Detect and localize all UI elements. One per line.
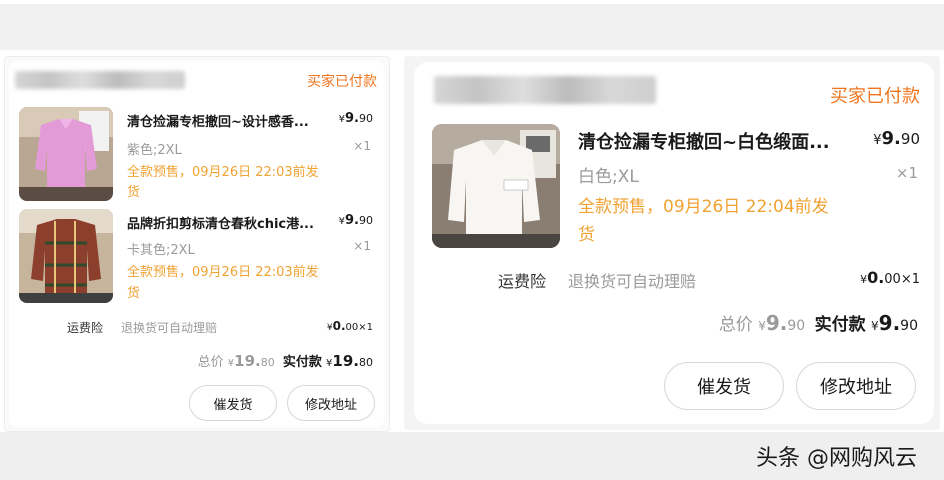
modify-address-button[interactable]: 修改地址 <box>287 385 375 421</box>
currency-symbol: ¥ <box>873 133 882 148</box>
price-decimal: 00 <box>345 322 359 333</box>
blurred-shop-name <box>15 71 185 89</box>
price-decimal: 90 <box>900 130 920 148</box>
item-price: ¥9.90 <box>873 128 920 149</box>
total-label: 总价 <box>718 315 753 335</box>
item-title[interactable]: 清仓捡漏专柜撤回~白色缎面... <box>578 128 830 154</box>
item-spec: 白色;XL <box>578 167 639 187</box>
watermark: 头条 @网购风云 <box>756 446 917 471</box>
item-price: ¥9.90 <box>339 213 373 228</box>
shirt-image <box>19 107 113 201</box>
price-integer: 9. <box>345 213 359 228</box>
order-card-left-inner: 买家已付款 清仓捡漏专柜撤回~设计感香... ¥9.90 紫色;2XL ×1 全… <box>9 61 385 427</box>
urge-shipment-button[interactable]: 催发货 <box>189 385 277 421</box>
modify-address-button[interactable]: 修改地址 <box>796 362 916 410</box>
item-price: ¥9.90 <box>339 111 373 126</box>
presale-line-2: 货 <box>127 286 141 301</box>
order-total: 总价 ¥9.90 实付款 ¥9.90 <box>719 310 918 335</box>
insurance-qty: ×1 <box>358 322 373 333</box>
product-thumbnail[interactable] <box>432 124 560 248</box>
item-title[interactable]: 清仓捡漏专柜撤回~设计感香... <box>127 111 309 130</box>
product-thumbnail[interactable] <box>19 107 113 201</box>
presale-line-1: 全款预售，09月26日 22:03前发 <box>127 165 319 180</box>
price-decimal: 00 <box>884 272 901 287</box>
price-integer: 9. <box>345 111 359 126</box>
price-integer: 0. <box>332 319 346 333</box>
total-decimal: 90 <box>787 318 806 334</box>
paid-label: 实付款 <box>814 315 866 335</box>
currency-symbol: ¥ <box>758 319 766 333</box>
currency-symbol: ¥ <box>860 273 868 286</box>
total-label: 总价 <box>197 355 224 370</box>
order-card-right-inner: 买家已付款 清仓捡漏专柜撤回~白色缎面... ¥9.90 白色;XL ×1 全款… <box>414 62 934 424</box>
presale-line-1: 全款预售，09月26日 22:03前发 <box>127 265 319 280</box>
insurance-price: ¥0.00×1 <box>327 319 373 333</box>
order-total: 总价 ¥19.80 实付款 ¥19.80 <box>198 351 373 370</box>
top-strip <box>0 0 944 50</box>
presale-line-2: 货 <box>578 225 595 245</box>
insurance-label: 运费险 <box>498 272 547 291</box>
white-shirt-image <box>432 124 560 248</box>
price-integer: 9. <box>881 128 901 149</box>
order-card-right: 买家已付款 清仓捡漏专柜撤回~白色缎面... ¥9.90 白色;XL ×1 全款… <box>404 56 940 430</box>
urge-shipment-button[interactable]: 催发货 <box>664 362 784 410</box>
item-title[interactable]: 品牌折扣剪标清仓春秋chic港... <box>127 213 314 232</box>
total-integer: 19. <box>234 352 261 370</box>
paid-integer: 19. <box>332 352 359 370</box>
item-qty: ×1 <box>353 239 371 253</box>
price-decimal: 90 <box>359 214 373 227</box>
blurred-shop-name <box>434 76 656 104</box>
item-qty: ×1 <box>353 139 371 153</box>
paid-decimal: 90 <box>900 318 918 334</box>
paid-integer: 9. <box>878 311 901 335</box>
product-thumbnail[interactable] <box>19 209 113 303</box>
price-integer: 0. <box>867 268 885 287</box>
insurance-desc: 退换货可自动理赔 <box>568 272 697 291</box>
currency-symbol: ¥ <box>871 319 879 333</box>
paid-label: 实付款 <box>282 355 322 370</box>
presale-line-1: 全款预售，09月26日 22:04前发 <box>578 197 829 217</box>
paid-decimal: 80 <box>359 356 373 369</box>
item-qty: ×1 <box>895 164 918 182</box>
price-decimal: 90 <box>359 112 373 125</box>
plaid-jacket-image <box>19 209 113 303</box>
item-spec: 紫色;2XL <box>127 143 182 158</box>
order-status: 买家已付款 <box>307 74 377 90</box>
insurance-desc: 退换货可自动理赔 <box>121 321 218 335</box>
presale-line-2: 货 <box>127 185 141 200</box>
total-decimal: 80 <box>260 356 275 369</box>
insurance-price: ¥0.00×1 <box>860 268 920 287</box>
insurance-qty: ×1 <box>900 272 920 287</box>
insurance-label: 运费险 <box>67 321 104 335</box>
item-spec: 卡其色;2XL <box>127 243 195 258</box>
total-integer: 9. <box>765 311 788 335</box>
order-card-left: 买家已付款 清仓捡漏专柜撤回~设计感香... ¥9.90 紫色;2XL ×1 全… <box>4 56 390 432</box>
order-status: 买家已付款 <box>830 86 920 107</box>
